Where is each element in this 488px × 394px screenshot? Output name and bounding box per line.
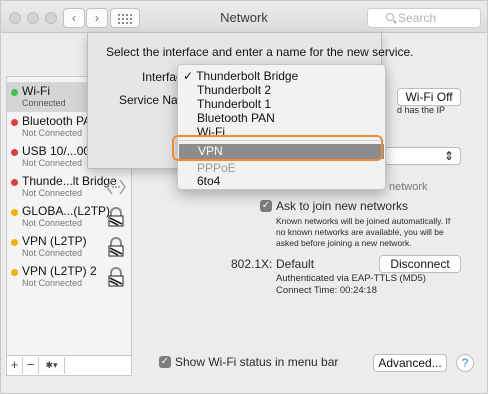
lock-icon — [108, 237, 124, 257]
interface-menu: ✓ Thunderbolt Bridge Thunderbolt 2 Thund… — [177, 64, 386, 190]
service-status: Not Connected — [22, 218, 83, 228]
menu-item-thunderbolt-2[interactable]: Thunderbolt 2 — [197, 83, 271, 97]
ask-to-join-label: Ask to join new networks — [276, 199, 409, 213]
service-name: Thunde...lt Bridge — [22, 174, 117, 188]
checkmark-icon: ✓ — [183, 69, 194, 83]
ask-note-line: Known networks will be joined automatica… — [276, 216, 451, 226]
status-dot — [11, 179, 18, 186]
disconnect-button[interactable]: Disconnect — [379, 255, 461, 273]
menu-item-pppoe[interactable]: PPPoE — [197, 161, 236, 175]
service-status: Not Connected — [22, 158, 83, 168]
add-service-button[interactable]: + — [7, 357, 23, 374]
ask-note-line: no known networks are available, you wil… — [276, 227, 444, 237]
sheet-prompt: Select the interface and enter a name fo… — [106, 45, 414, 59]
dot1x-value: Default — [276, 257, 315, 271]
title-bar: ‹ › Network Search — [1, 1, 487, 33]
status-dot — [11, 89, 18, 96]
service-status: Not Connected — [22, 128, 83, 138]
status-note: d has the IP — [397, 105, 446, 115]
chevron-updown-icon: ⇕ — [443, 149, 454, 163]
help-button[interactable]: ? — [456, 354, 474, 372]
menu-item-thunderbolt-bridge[interactable]: ✓ Thunderbolt Bridge — [183, 69, 298, 83]
search-field[interactable]: Search — [367, 8, 481, 28]
remove-service-button[interactable]: − — [23, 357, 39, 374]
search-icon — [386, 13, 394, 21]
status-dot — [11, 239, 18, 246]
ask-note-line: asked before joining a new network. — [276, 238, 412, 248]
gear-menu-button[interactable]: ✱▾ — [39, 357, 65, 374]
status-dot — [11, 149, 18, 156]
service-name: VPN (L2TP) 2 — [22, 264, 97, 278]
advanced-button[interactable]: Advanced... — [373, 354, 447, 372]
status-dot — [11, 209, 18, 216]
network-preferences-window: ‹ › Network Search Wi-Fi Connected Bluet… — [0, 0, 488, 394]
service-name: Wi-Fi — [22, 84, 50, 98]
highlight-outline — [172, 135, 383, 161]
service-item-vpn-l2tp-2[interactable]: VPN (L2TP) 2 Not Connected — [7, 262, 131, 292]
network-name-popup[interactable]: ⇕ — [381, 147, 461, 165]
lock-icon — [108, 267, 124, 287]
wifi-off-button[interactable]: Wi-Fi Off — [397, 88, 461, 106]
show-wifi-status-label: Show Wi-Fi status in menu bar — [175, 355, 339, 369]
dot1x-label: 802.1X: — [231, 257, 273, 271]
menu-item-bluetooth-pan[interactable]: Bluetooth PAN — [197, 111, 275, 125]
service-list-toolbar: + − ✱▾ — [7, 355, 131, 375]
lock-icon — [108, 207, 124, 227]
service-status: Not Connected — [22, 188, 83, 198]
search-placeholder: Search — [398, 11, 437, 25]
service-name: VPN (L2TP) — [22, 234, 87, 248]
network-label-fragment: network — [389, 181, 428, 193]
service-status: Connected — [22, 98, 66, 108]
auth-status: Authenticated via EAP-TTLS (MD5) — [276, 273, 426, 284]
service-item-vpn-l2tp[interactable]: VPN (L2TP) Not Connected — [7, 232, 131, 262]
service-item-thunderbolt-bridge[interactable]: Thunde...lt Bridge Not Connected — [7, 172, 131, 202]
show-wifi-status-checkbox[interactable]: ✓ — [159, 356, 171, 368]
menu-item-thunderbolt-1[interactable]: Thunderbolt 1 — [197, 97, 271, 111]
connect-time: Connect Time: 00:24:18 — [276, 285, 377, 296]
ethernet-icon — [106, 179, 126, 195]
status-dot — [11, 119, 18, 126]
service-status: Not Connected — [22, 248, 83, 258]
service-status: Not Connected — [22, 278, 83, 288]
menu-item-6to4[interactable]: 6to4 — [197, 174, 220, 188]
status-dot — [11, 269, 18, 276]
service-item-global-l2tp[interactable]: GLOBA...(L2TP) Not Connected — [7, 202, 131, 232]
ask-to-join-checkbox[interactable]: ✓ — [260, 200, 272, 212]
service-name: GLOBA...(L2TP) — [22, 204, 111, 218]
